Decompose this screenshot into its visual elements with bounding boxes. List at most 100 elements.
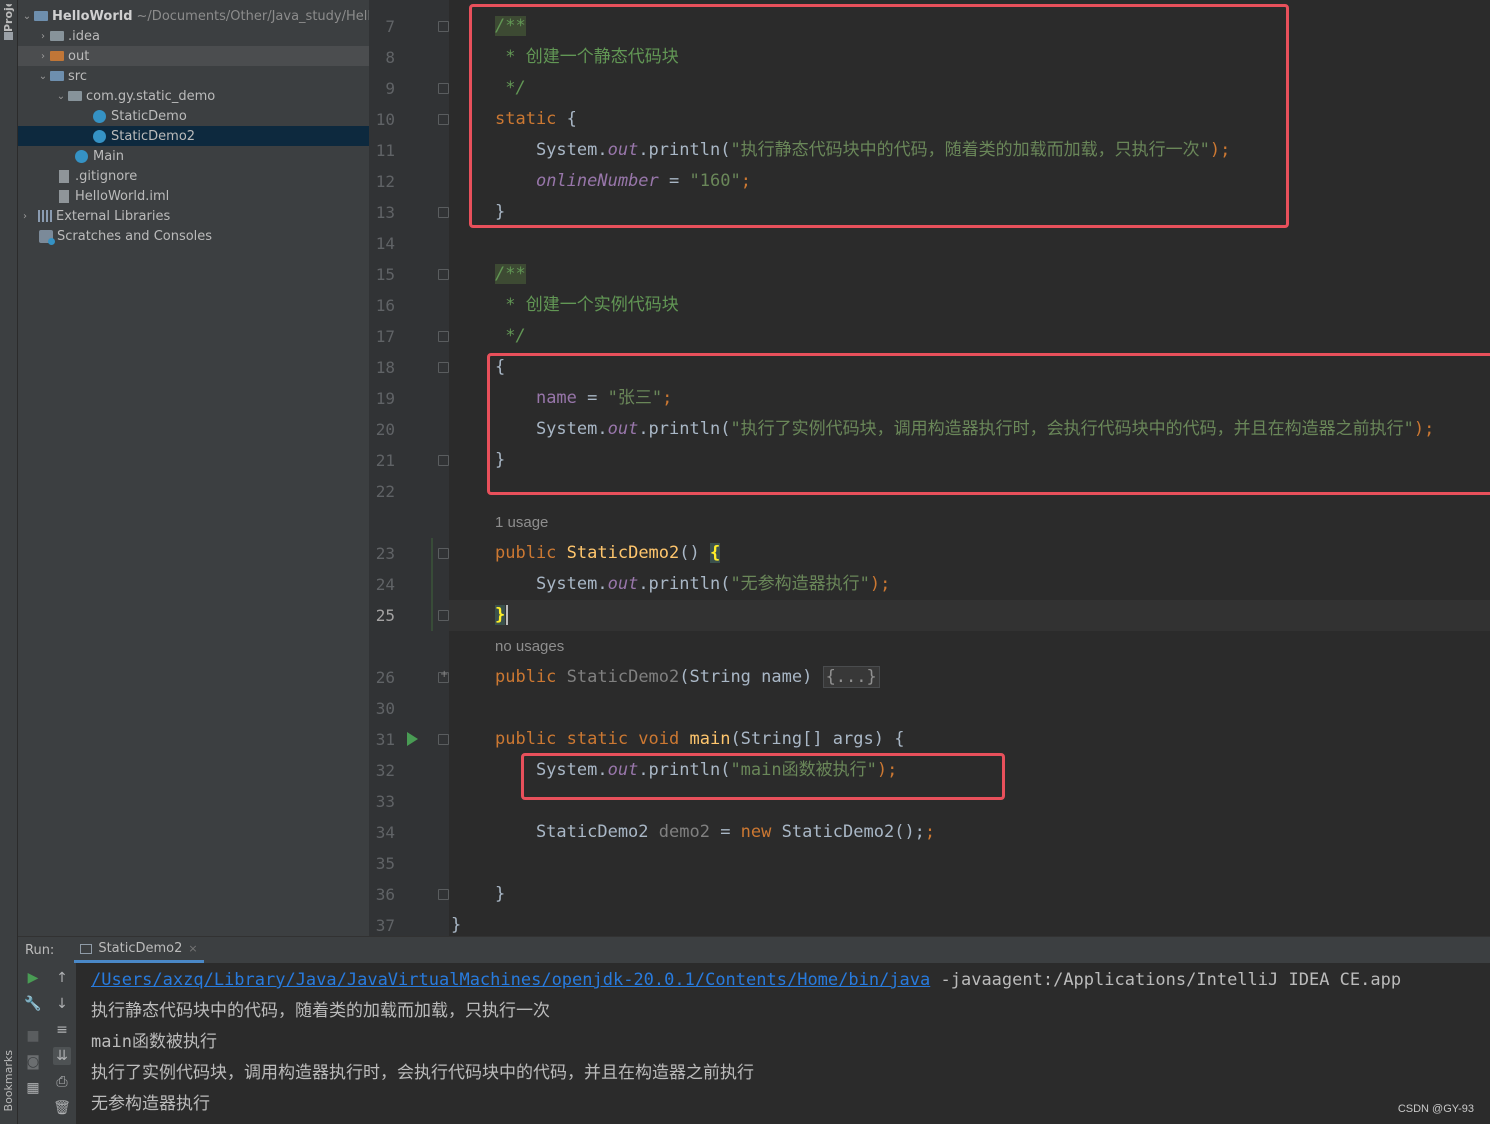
line-number: 30: [375, 699, 395, 718]
bookmarks-tool-button[interactable]: Bookmarks: [2, 1050, 15, 1111]
line-number: 17: [375, 327, 395, 346]
folded-code-placeholder[interactable]: {...}: [822, 666, 880, 688]
java-path-link[interactable]: /Users/axzq/Library/Java/JavaVirtualMach…: [91, 970, 930, 990]
tree-root-helloworld[interactable]: ⌄ HelloWorld ~/Documents/Other/Java_stud…: [18, 6, 369, 26]
fold-marker-icon[interactable]: [438, 269, 449, 280]
soft-wrap-icon[interactable]: ≡: [53, 1021, 71, 1039]
line-number: 10: [375, 110, 395, 129]
line-number: 7: [385, 17, 395, 36]
code-line-18: {: [495, 357, 506, 377]
line-number: 14: [375, 234, 395, 253]
wrench-icon[interactable]: 🔧: [24, 995, 42, 1013]
fold-marker-icon[interactable]: [438, 21, 449, 32]
chevron-right-icon[interactable]: ›: [18, 211, 32, 222]
code-line-9: */: [495, 78, 526, 98]
root-name: HelloWorld: [52, 8, 133, 24]
run-gutter-icon[interactable]: [407, 732, 418, 746]
tree-item-label: out: [68, 48, 90, 64]
trash-icon[interactable]: 🗑: [53, 1099, 71, 1117]
java-class-icon: [93, 109, 106, 123]
arrow-down-icon[interactable]: ↓: [53, 995, 71, 1013]
code-line-24: System.out.println("无参构造器执行");: [495, 574, 891, 594]
usage-hint[interactable]: 1 usage: [495, 507, 548, 538]
line-number: 34: [375, 823, 395, 842]
fold-marker-icon[interactable]: [438, 889, 449, 900]
chevron-right-icon[interactable]: ›: [36, 31, 50, 42]
run-tab-label: StaticDemo2: [98, 941, 183, 956]
fold-marker-icon[interactable]: [438, 610, 449, 621]
code-line-13: }: [495, 202, 506, 222]
tree-item-out[interactable]: › out: [18, 46, 369, 66]
line-number: 13: [375, 203, 395, 222]
tree-item-src[interactable]: ⌄ src: [18, 66, 369, 86]
fold-marker-icon[interactable]: [438, 114, 449, 125]
java-class-icon: [93, 129, 106, 143]
stop-icon[interactable]: ■: [24, 1027, 42, 1045]
run-tool-window: Run: StaticDemo2 × ▶ ↑ 🔧 ↓ ■ ≡ ◙ ⇊ ▦ ⎙ 🗑…: [18, 936, 1490, 1124]
console-icon: [80, 943, 93, 954]
chevron-down-icon[interactable]: ⌄: [20, 11, 34, 22]
fold-marker-icon[interactable]: [438, 455, 449, 466]
console-output-line: main函数被执行: [91, 1032, 217, 1052]
fold-marker-icon[interactable]: [438, 362, 449, 373]
camera-icon[interactable]: ◙: [24, 1053, 42, 1071]
usage-hint[interactable]: no usages: [495, 631, 564, 662]
iml-file-icon: [59, 189, 69, 203]
chevron-down-icon[interactable]: ⌄: [54, 91, 68, 102]
tree-item-main[interactable]: Main: [18, 146, 369, 166]
gitignore-file-icon: [59, 169, 69, 183]
fold-marker-icon[interactable]: [438, 548, 449, 559]
project-tool-icon[interactable]: [4, 32, 13, 40]
run-header: Run: StaticDemo2 ×: [18, 937, 1490, 963]
fold-marker-icon[interactable]: [438, 734, 449, 745]
code-line-15: /**: [495, 264, 526, 284]
module-folder-icon: [34, 11, 48, 21]
console-output[interactable]: /Users/axzq/Library/Java/JavaVirtualMach…: [91, 965, 1490, 1120]
fold-marker-icon[interactable]: [438, 207, 449, 218]
run-tab-staticdemo2[interactable]: StaticDemo2 ×: [74, 937, 204, 963]
print-icon[interactable]: ⎙: [53, 1073, 71, 1091]
library-icon: [38, 210, 52, 222]
csdn-watermark: CSDN @GY-93: [1397, 1103, 1474, 1115]
chevron-right-icon[interactable]: ›: [36, 51, 50, 62]
tree-item-iml[interactable]: HelloWorld.iml: [18, 186, 369, 206]
tree-item-scratches[interactable]: Scratches and Consoles: [18, 226, 369, 246]
text-caret: [506, 605, 509, 625]
line-number: 11: [375, 141, 395, 160]
code-line-32: System.out.println("main函数被执行");: [495, 760, 898, 780]
close-tab-icon[interactable]: ×: [188, 942, 197, 955]
tree-item-staticdemo[interactable]: StaticDemo: [18, 106, 369, 126]
line-number: 32: [375, 761, 395, 780]
line-number: 37: [375, 916, 395, 935]
line-number: 31: [375, 730, 395, 749]
code-editor[interactable]: 7 8 9 10 11 12 13 14 15 16 17 18 19 20 2…: [369, 0, 1490, 936]
tree-item-staticdemo2[interactable]: StaticDemo2: [18, 126, 369, 146]
tree-item-package[interactable]: ⌄ com.gy.static_demo: [18, 86, 369, 106]
code-line-20: System.out.println("执行了实例代码块，调用构造器执行时，会执…: [495, 419, 1435, 439]
code-line-11: System.out.println("执行静态代码块中的代码，随着类的加载而加…: [495, 140, 1231, 160]
console-output-line: 执行静态代码块中的代码，随着类的加载而加载，只执行一次: [91, 1001, 550, 1021]
project-tool-button[interactable]: Proje: [2, 4, 15, 32]
fold-marker-icon[interactable]: [438, 83, 449, 94]
line-number: 35: [375, 854, 395, 873]
fold-marker-icon[interactable]: [438, 331, 449, 342]
vcs-change-marker: [431, 538, 433, 631]
line-number: 23: [375, 544, 395, 563]
layout-icon[interactable]: ▦: [24, 1079, 42, 1097]
chevron-down-icon[interactable]: ⌄: [36, 71, 50, 82]
code-line-23: public StaticDemo2() {: [495, 543, 721, 563]
code-line-26: public StaticDemo2(String name) {...}: [495, 662, 880, 693]
line-number: 19: [375, 389, 395, 408]
line-number: 33: [375, 792, 395, 811]
tree-item-label: Scratches and Consoles: [57, 228, 213, 244]
tree-item-external-libraries[interactable]: › External Libraries: [18, 206, 369, 226]
tree-item-gitignore[interactable]: .gitignore: [18, 166, 369, 186]
root-path: ~/Documents/Other/Java_study/HelloW: [136, 8, 369, 24]
tree-item-idea[interactable]: › .idea: [18, 26, 369, 46]
rerun-icon[interactable]: ▶: [24, 969, 42, 987]
fold-expand-icon[interactable]: [438, 669, 449, 683]
scroll-to-end-icon[interactable]: ⇊: [53, 1047, 71, 1065]
console-command-line: /Users/axzq/Library/Java/JavaVirtualMach…: [91, 970, 1402, 990]
line-number: 21: [375, 451, 395, 470]
arrow-up-icon[interactable]: ↑: [53, 969, 71, 987]
